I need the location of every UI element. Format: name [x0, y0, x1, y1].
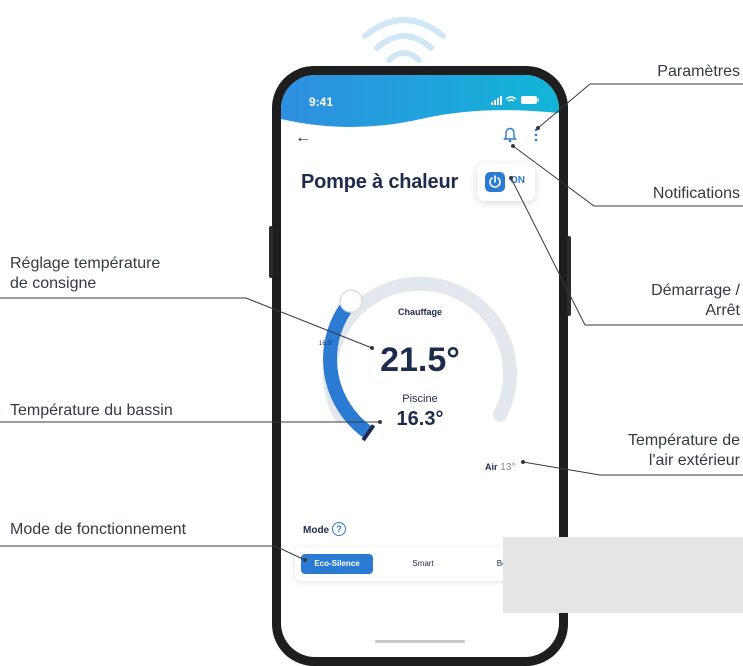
power-state-label: ON — [510, 175, 525, 186]
gray-placeholder — [503, 537, 743, 613]
annotation-mode: Mode de fonctionnement — [10, 521, 187, 538]
wifi-icon — [362, 17, 446, 63]
annotation-demarrage: Démarrage / Arrêt — [651, 281, 740, 321]
page-title: Pompe à chaleur — [301, 171, 459, 193]
power-icon[interactable] — [485, 172, 505, 192]
annotation-air: Température de l'air extérieur — [628, 431, 740, 471]
annotation-notifications: Notifications — [652, 185, 740, 202]
annotation-reglage-line1: Réglage température — [10, 255, 161, 272]
annotation-reglage-line2: de consigne — [10, 275, 97, 292]
signal-icon — [491, 96, 502, 105]
pool-temperature: 16.3° — [396, 408, 444, 430]
phone-side-button — [567, 236, 571, 316]
air-value: 13° — [500, 462, 516, 473]
kebab-menu-icon[interactable] — [533, 127, 539, 143]
annotation-demarrage-line2: Arrêt — [705, 302, 740, 319]
setpoint-value: 21.5° — [380, 341, 460, 379]
annotation-reglage: Réglage température de consigne — [10, 254, 160, 294]
annotation-bassin: Température du bassin — [10, 402, 173, 419]
mode-eco-silence[interactable]: Eco-Silence — [301, 554, 373, 574]
battery-icon — [521, 96, 539, 104]
air-temperature: Air 13° — [485, 462, 515, 473]
annotation-parametres: Paramètres — [657, 63, 740, 80]
status-time: 9:41 — [309, 95, 334, 109]
back-arrow-icon[interactable]: ← — [295, 129, 311, 147]
pool-label: Piscine — [402, 393, 438, 405]
status-icons — [491, 96, 539, 105]
annotation-air-line2: l'air extérieur — [648, 452, 740, 469]
air-label: Air — [485, 462, 498, 472]
help-icon[interactable]: ? — [332, 522, 346, 536]
power-toggle[interactable]: ON — [477, 163, 535, 201]
home-indicator — [375, 640, 465, 643]
heating-mode-label: Chauffage — [397, 307, 442, 317]
phone-side-button — [269, 226, 273, 278]
bell-icon[interactable] — [503, 127, 517, 143]
annotation-demarrage-line1: Démarrage / — [651, 282, 740, 299]
mode-label: Mode — [303, 525, 330, 536]
annotation-air-line1: Température de — [627, 432, 740, 449]
header-wave — [281, 75, 559, 127]
mode-smart[interactable]: Smart — [387, 554, 459, 574]
